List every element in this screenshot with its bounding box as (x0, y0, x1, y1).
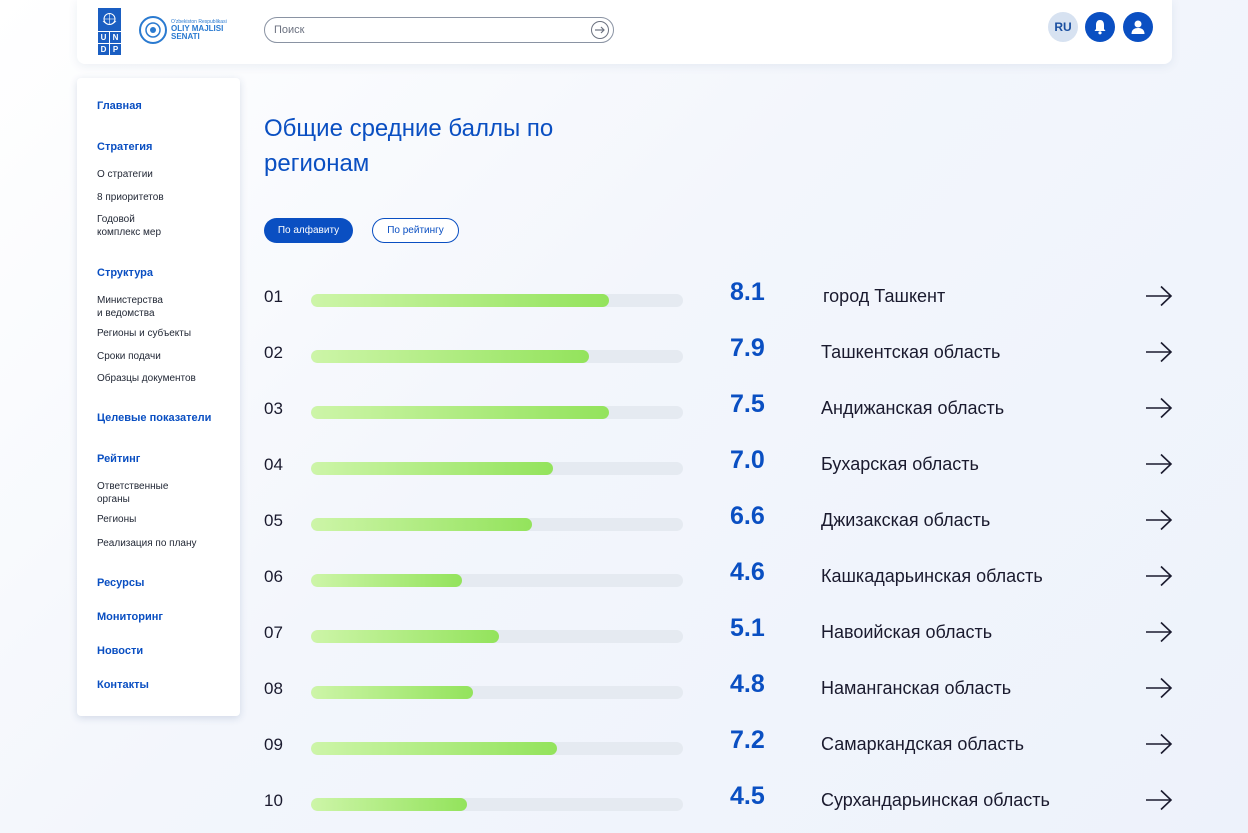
region-score: 5.1 (730, 614, 765, 642)
region-name[interactable]: Наманганская область (821, 678, 1011, 699)
region-name[interactable]: город Ташкент (823, 286, 945, 307)
arrow-right-icon[interactable] (1145, 621, 1173, 643)
undp-letter: N (110, 32, 121, 43)
undp-letter: U (98, 32, 109, 43)
region-name[interactable]: Кашкадарьинская область (821, 566, 1043, 587)
search-bar (264, 17, 614, 43)
language-button[interactable]: RU (1048, 12, 1078, 42)
region-name[interactable]: Навоийская область (821, 622, 992, 643)
score-bar-fill (311, 518, 533, 531)
arrow-right-icon[interactable] (1145, 509, 1173, 531)
region-name[interactable]: Сурхандарьинская область (821, 790, 1050, 811)
score-bar-fill (311, 686, 473, 699)
score-bar-track (311, 742, 683, 755)
region-name[interactable]: Джизакская область (821, 510, 990, 531)
score-bar-fill (311, 630, 499, 643)
sidebar-item-strategy[interactable]: Стратегия (97, 141, 152, 153)
region-row[interactable]: 03 7.5 Андижанская область (0, 387, 1248, 427)
arrow-right-icon[interactable] (1145, 453, 1173, 475)
senate-text: O'zbekiston Respublikasi OLIY MAJLISI SE… (171, 19, 227, 41)
region-rank: 05 (264, 511, 283, 530)
undp-logo[interactable]: U N D P (98, 8, 121, 55)
undp-letters: U N D P (98, 32, 121, 55)
profile-button[interactable] (1123, 12, 1153, 42)
score-bar-track (311, 518, 683, 531)
sort-alphabetical-button[interactable]: По алфавиту (264, 218, 353, 243)
score-bar-fill (311, 294, 609, 307)
sidebar-item-main[interactable]: Главная (97, 100, 142, 112)
sidebar-subitem-8-priorities[interactable]: 8 приоритетов (97, 191, 164, 204)
score-bar-track (311, 686, 683, 699)
score-bar-fill (311, 574, 463, 587)
score-bar-track (311, 350, 683, 363)
region-row[interactable]: 07 5.1 Навоийская область (0, 611, 1248, 651)
score-bar-track (311, 630, 683, 643)
score-bar-fill (311, 798, 468, 811)
arrow-right-icon[interactable] (1145, 789, 1173, 811)
region-rank: 07 (264, 623, 283, 642)
region-score: 6.6 (730, 502, 765, 530)
arrow-right-icon[interactable] (1145, 285, 1173, 307)
undp-letter: P (110, 44, 121, 55)
undp-letter: D (98, 44, 109, 55)
region-score: 7.0 (730, 446, 765, 474)
arrow-right-icon[interactable] (1145, 341, 1173, 363)
search-submit-icon[interactable] (591, 21, 609, 39)
region-score: 4.8 (730, 670, 765, 698)
region-row[interactable]: 05 6.6 Джизакская область (0, 499, 1248, 539)
region-score: 7.9 (730, 334, 765, 362)
region-row[interactable]: 08 4.8 Наманганская область (0, 667, 1248, 707)
bell-icon (1094, 20, 1106, 35)
region-name[interactable]: Ташкентская область (821, 342, 1000, 363)
region-name[interactable]: Бухарская область (821, 454, 979, 475)
arrow-right-icon[interactable] (1145, 565, 1173, 587)
search-input[interactable] (274, 22, 574, 38)
region-name[interactable]: Андижанская область (821, 398, 1004, 419)
arrow-right-icon[interactable] (1145, 733, 1173, 755)
region-name[interactable]: Самаркандская область (821, 734, 1024, 755)
arrow-right-icon[interactable] (1145, 397, 1173, 419)
region-rank: 10 (264, 791, 283, 810)
user-icon (1131, 20, 1145, 34)
region-score: 8.1 (730, 278, 765, 306)
score-bar-fill (311, 742, 558, 755)
notifications-button[interactable] (1085, 12, 1115, 42)
senate-emblem-icon (139, 16, 167, 44)
sidebar-subitem-about-strategy[interactable]: О стратегии (97, 168, 153, 181)
page-title: Общие средние баллы по регионам (264, 115, 554, 177)
region-rank: 02 (264, 343, 283, 362)
region-rank: 09 (264, 735, 283, 754)
score-bar-track (311, 406, 683, 419)
region-score: 4.6 (730, 558, 765, 586)
senate-title-line2: SENATI (171, 31, 200, 41)
region-rank: 01 (264, 287, 283, 306)
region-rank: 08 (264, 679, 283, 698)
score-bar-track (311, 294, 683, 307)
region-score: 7.2 (730, 726, 765, 754)
score-bar-track (311, 574, 683, 587)
region-row[interactable]: 06 4.6 Кашкадарьинская область (0, 555, 1248, 595)
score-bar-track (311, 798, 683, 811)
region-rank: 04 (264, 455, 283, 474)
score-bar-fill (311, 406, 609, 419)
sidebar-subitem-annual-measures[interactable]: Годовой комплекс мер (97, 213, 161, 239)
score-bar-fill (311, 462, 553, 475)
region-rank: 03 (264, 399, 283, 418)
score-bar-track (311, 462, 683, 475)
region-score: 4.5 (730, 782, 765, 810)
region-score: 7.5 (730, 390, 765, 418)
region-row[interactable]: 01 8.1 город Ташкент (0, 275, 1248, 315)
region-row[interactable]: 04 7.0 Бухарская область (0, 443, 1248, 483)
region-row[interactable]: 02 7.9 Ташкентская область (0, 331, 1248, 371)
top-header: U N D P O'zbekiston Respublikasi OLIY MA… (77, 0, 1172, 64)
senate-logo[interactable]: O'zbekiston Respublikasi OLIY MAJLISI SE… (139, 16, 227, 44)
region-row[interactable]: 10 4.5 Сурхандарьинская область (0, 779, 1248, 819)
region-row[interactable]: 09 7.2 Самаркандская область (0, 723, 1248, 763)
score-bar-fill (311, 350, 589, 363)
arrow-right-icon[interactable] (1145, 677, 1173, 699)
un-emblem-icon (98, 8, 121, 31)
sort-rating-button[interactable]: По рейтингу (372, 218, 459, 243)
sidebar-subitem-document-samples[interactable]: Образцы документов (97, 372, 196, 385)
region-rank: 06 (264, 567, 283, 586)
